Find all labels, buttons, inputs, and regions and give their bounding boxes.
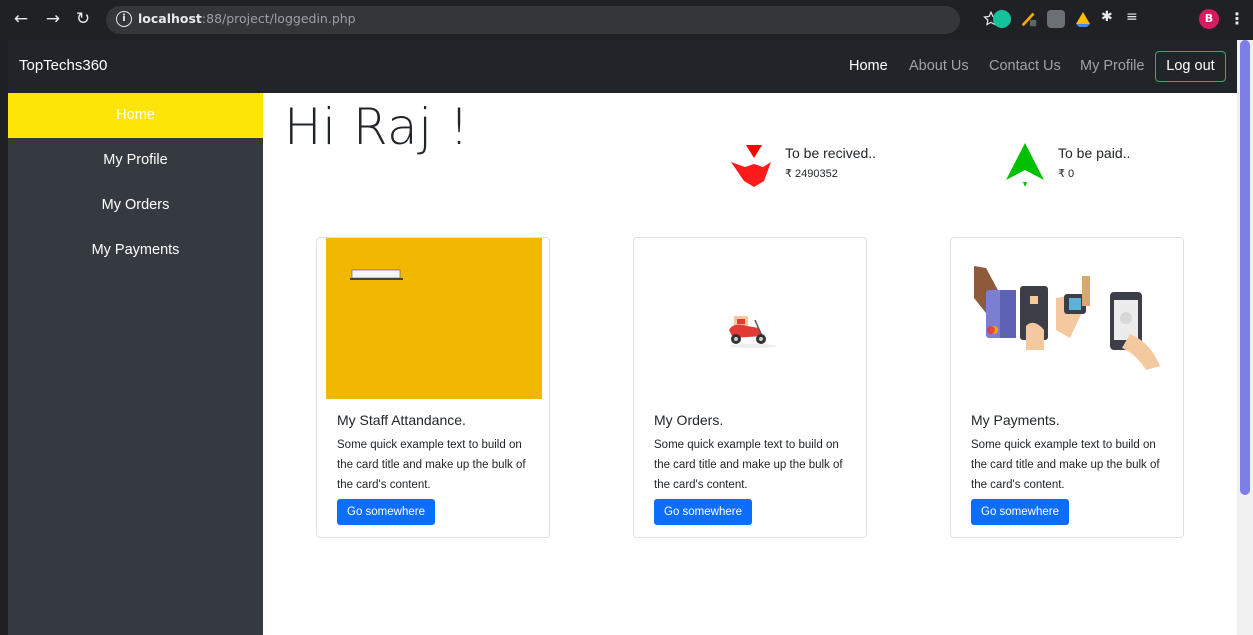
- attendance-image: [326, 238, 542, 399]
- delivery-scooter-icon: [729, 316, 777, 348]
- sidebar-item-home[interactable]: Home: [8, 93, 263, 138]
- keyboard-icon: [350, 269, 403, 280]
- nav-home[interactable]: Home: [849, 58, 888, 74]
- reload-icon[interactable]: ↻: [72, 8, 94, 30]
- forward-icon[interactable]: →: [42, 8, 64, 30]
- to-be-paid-label: To be paid..: [1058, 145, 1131, 161]
- logout-button[interactable]: Log out: [1155, 51, 1226, 82]
- card-my-orders: My Orders. Some quick example text to bu…: [633, 237, 867, 538]
- payments-image: [960, 238, 1176, 399]
- browser-toolbar: ← → ↻ i localhost:88/project/loggedin.ph…: [0, 0, 1253, 40]
- profile-avatar[interactable]: B: [1199, 9, 1219, 29]
- go-somewhere-button[interactable]: Go somewhere: [971, 499, 1069, 525]
- nav-my-profile[interactable]: My Profile: [1080, 58, 1144, 74]
- pen-extension-icon[interactable]: [1020, 10, 1038, 28]
- sidebar: Home My Profile My Orders My Payments: [8, 93, 263, 635]
- payment-hands-icon: [974, 266, 1160, 370]
- scrollbar-thumb[interactable]: [1240, 40, 1250, 495]
- card-title: My Orders.: [654, 412, 724, 428]
- info-icon[interactable]: i: [116, 11, 132, 27]
- card-text: Some quick example text to build on the …: [337, 439, 526, 491]
- card-staff-attendance: My Staff Attandance. Some quick example …: [316, 237, 550, 538]
- orders-image: [643, 238, 859, 399]
- card-text: Some quick example text to build on the …: [971, 439, 1160, 491]
- drive-extension-icon[interactable]: [1074, 10, 1092, 28]
- address-bar[interactable]: i localhost:88/project/loggedin.php: [106, 6, 999, 34]
- nav-contact-us[interactable]: Contact Us: [989, 58, 1061, 74]
- reader-extension-icon[interactable]: [1047, 10, 1065, 28]
- left-gutter: [0, 40, 8, 635]
- reading-list-icon[interactable]: ≡: [1126, 9, 1138, 25]
- grammarly-extension-icon[interactable]: [993, 10, 1011, 28]
- extensions-puzzle-icon[interactable]: ✱: [1101, 9, 1113, 25]
- go-somewhere-button[interactable]: Go somewhere: [654, 499, 752, 525]
- sidebar-item-my-payments[interactable]: My Payments: [8, 228, 263, 273]
- go-somewhere-button[interactable]: Go somewhere: [337, 499, 435, 525]
- to-be-paid-value: ₹ 0: [1058, 168, 1075, 180]
- sidebar-item-my-orders[interactable]: My Orders: [8, 183, 263, 228]
- top-navbar: TopTechs360 Home About Us Contact Us My …: [8, 40, 1237, 93]
- card-title: My Staff Attandance.: [337, 412, 466, 428]
- card-text: Some quick example text to build on the …: [654, 439, 843, 491]
- url-text[interactable]: localhost:88/project/loggedin.php: [138, 11, 356, 26]
- to-be-received-value: ₹ 2490352: [785, 168, 838, 180]
- brand-logo[interactable]: TopTechs360: [19, 57, 107, 74]
- back-icon[interactable]: ←: [10, 8, 32, 30]
- arrow-down-icon: [731, 145, 771, 187]
- to-be-received-label: To be recived..: [785, 145, 877, 161]
- menu-kebab-icon[interactable]: ⋮: [1229, 9, 1245, 28]
- nav-about-us[interactable]: About Us: [909, 58, 969, 74]
- sidebar-item-my-profile[interactable]: My Profile: [8, 138, 263, 183]
- greeting-heading: Hi Raj !: [284, 98, 470, 156]
- arrow-up-icon: [1006, 143, 1044, 187]
- card-my-payments: My Payments. Some quick example text to …: [950, 237, 1184, 538]
- card-title: My Payments.: [971, 412, 1060, 428]
